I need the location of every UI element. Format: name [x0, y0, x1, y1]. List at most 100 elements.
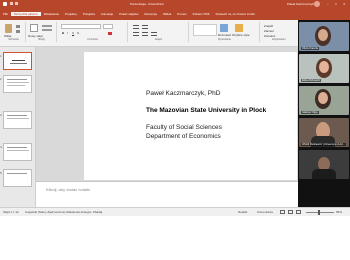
participant-tile[interactable]: Olivia Kraszta — [299, 22, 349, 51]
screen: Prezentacja - PowerPoint Paweł Kaczmarcz… — [0, 0, 350, 216]
bold-icon[interactable]: B — [62, 31, 64, 35]
slide-university[interactable]: The Mazovian State University in Plock — [146, 107, 266, 114]
tab-view[interactable]: Widok — [160, 12, 174, 16]
group-drawing: Rozmieść Szybkie style Rysowanie — [190, 22, 260, 42]
zoom-level[interactable]: 65% — [336, 210, 342, 214]
font-color-icon[interactable] — [108, 32, 112, 35]
tab-pdf[interactable]: Pobierz PDF — [190, 12, 213, 16]
accessibility-status[interactable]: Ułatwienia dostępu: Zbadaj — [66, 210, 102, 214]
slide-department[interactable]: Department of Economics — [146, 133, 221, 140]
cut-icon[interactable] — [16, 25, 20, 28]
slide-editor: Paweł Kaczmarczyk, PhD The Mazovian Stat… — [36, 47, 298, 207]
thumb-text-line — [7, 150, 29, 151]
status-bar: Slajd 1 z 12 Angielski (Stany Zjednoczon… — [0, 207, 350, 216]
title-bar: Prezentacja - PowerPoint Paweł Kaczmarcz… — [0, 0, 350, 9]
slide-author[interactable]: Paweł Kaczmarczyk, PhD — [146, 90, 220, 97]
participant-tile[interactable] — [299, 150, 349, 179]
language-indicator[interactable]: Angielski (Stany Zjednoczone) — [25, 210, 66, 214]
zoom-slider[interactable] — [306, 212, 334, 213]
sorter-view-icon[interactable] — [288, 210, 293, 214]
quick-styles-icon[interactable] — [235, 24, 243, 32]
slide-thumbnail[interactable] — [3, 52, 32, 70]
copy-icon[interactable] — [16, 30, 20, 33]
ribbon-tab-list: Plik Narzędzia główne Wstawianie Projektuj P… — [0, 12, 350, 16]
notes-placeholder[interactable]: Kliknij, aby dodać notatki — [46, 187, 90, 192]
participant-name: Gładysz Olga — [301, 111, 319, 114]
zoom-slider-handle[interactable] — [318, 210, 320, 215]
participant-tile[interactable]: Witold Rutkiewicz (Uniwersytet Łód... — [299, 118, 349, 147]
participant-video — [318, 29, 328, 41]
current-slide[interactable]: Paweł Kaczmarczyk, PhD The Mazovian Stat… — [84, 52, 297, 180]
thumb-text-line — [7, 118, 29, 119]
tab-slideshow[interactable]: Pokaz slajdów — [116, 12, 141, 16]
font-size-select[interactable] — [103, 24, 113, 29]
minimize-icon[interactable]: – — [327, 2, 329, 6]
group-clipboard: Wklej Schowek — [2, 22, 26, 42]
layout-icon[interactable] — [42, 25, 52, 27]
tab-review[interactable]: Recenzja — [141, 12, 160, 16]
quick-styles-button[interactable]: Szybkie style — [232, 33, 250, 37]
group-paragraph: Akapit — [129, 22, 189, 42]
slide-thumbnail[interactable] — [3, 111, 32, 129]
tab-home[interactable]: Narzędzia główne — [10, 12, 41, 16]
reset-icon[interactable] — [42, 29, 52, 31]
maximize-icon[interactable]: □ — [335, 2, 337, 6]
comments-toggle[interactable]: Komentarze — [257, 210, 273, 214]
reading-view-icon[interactable] — [296, 210, 301, 214]
thumb-number: 4 — [0, 145, 2, 149]
paste-icon[interactable] — [5, 24, 12, 33]
find-button[interactable]: Znajdź — [264, 24, 273, 28]
group-label-font: Czcionka — [87, 38, 98, 41]
tab-insert[interactable]: Wstawianie — [41, 12, 62, 16]
tab-design[interactable]: Projektuj — [62, 12, 80, 16]
tab-help[interactable]: Pomoc — [174, 12, 189, 16]
align-left-icon[interactable] — [133, 32, 139, 36]
strikethrough-icon[interactable]: S — [77, 31, 79, 35]
arrange-icon[interactable] — [220, 24, 228, 32]
participant-video — [318, 92, 328, 104]
thumb-number: 3 — [0, 113, 2, 117]
tab-animations[interactable]: Animacje — [98, 12, 116, 16]
group-font: B I U S Czcionka — [58, 22, 128, 42]
group-slides: Nowy slajd Slajdy — [27, 22, 57, 42]
replace-button[interactable]: Zamień — [264, 29, 274, 33]
user-name[interactable]: Paweł Kaczmarczyk — [287, 2, 314, 6]
slide-thumbnail[interactable] — [3, 143, 32, 161]
italic-icon[interactable]: I — [67, 31, 68, 35]
close-icon[interactable]: ✕ — [343, 2, 346, 6]
group-label-slides: Slajdy — [37, 38, 46, 41]
undo-icon[interactable] — [15, 2, 18, 5]
align-right-icon[interactable] — [151, 32, 157, 36]
notes-pane[interactable]: Kliknij, aby dodać notatki — [36, 181, 298, 207]
save-icon[interactable] — [10, 2, 13, 5]
underline-icon[interactable]: U — [72, 31, 74, 35]
tab-transitions[interactable]: Przejścia — [80, 12, 98, 16]
tell-me-search[interactable]: Powiedz mi, co chcesz zrobić — [213, 12, 258, 16]
shapes-gallery[interactable] — [193, 24, 217, 36]
participant-name: Eliza-Olchowicz — [301, 79, 322, 82]
video-participants-panel: Olivia Kraszta Eliza-Olchowicz Gładysz O… — [298, 20, 350, 207]
slide-faculty[interactable]: Faculty of Social Sciences — [146, 124, 222, 131]
participant-tile[interactable]: Gładysz Olga — [299, 86, 349, 115]
new-slide-icon[interactable] — [30, 24, 38, 32]
group-label-paragraph: Akapit — [154, 38, 163, 41]
notes-toggle[interactable]: Notatki — [238, 210, 247, 214]
numbering-icon[interactable] — [142, 25, 148, 29]
avatar[interactable] — [314, 1, 320, 7]
ribbon-tabs: Plik Narzędzia główne Wstawianie Projektuj P… — [0, 9, 350, 20]
slide-thumbnail[interactable] — [3, 75, 32, 93]
font-family-select[interactable] — [61, 24, 101, 29]
app-logo-icon — [3, 2, 7, 6]
normal-view-icon[interactable] — [280, 210, 285, 214]
thumb-number: 2 — [0, 77, 2, 81]
bullets-icon[interactable] — [133, 25, 139, 29]
slide-thumbnail[interactable] — [3, 169, 32, 187]
tab-file[interactable]: Plik — [0, 12, 11, 16]
slide-counter: Slajd 1 z 12 — [3, 210, 19, 214]
arrange-button[interactable]: Rozmieść — [218, 33, 231, 37]
align-center-icon[interactable] — [142, 32, 148, 36]
participant-video — [312, 169, 336, 179]
group-label-clipboard: Schowek — [8, 38, 19, 41]
participant-tile[interactable]: Eliza-Olchowicz — [299, 54, 349, 83]
group-label-drawing: Rysowanie — [218, 38, 231, 41]
